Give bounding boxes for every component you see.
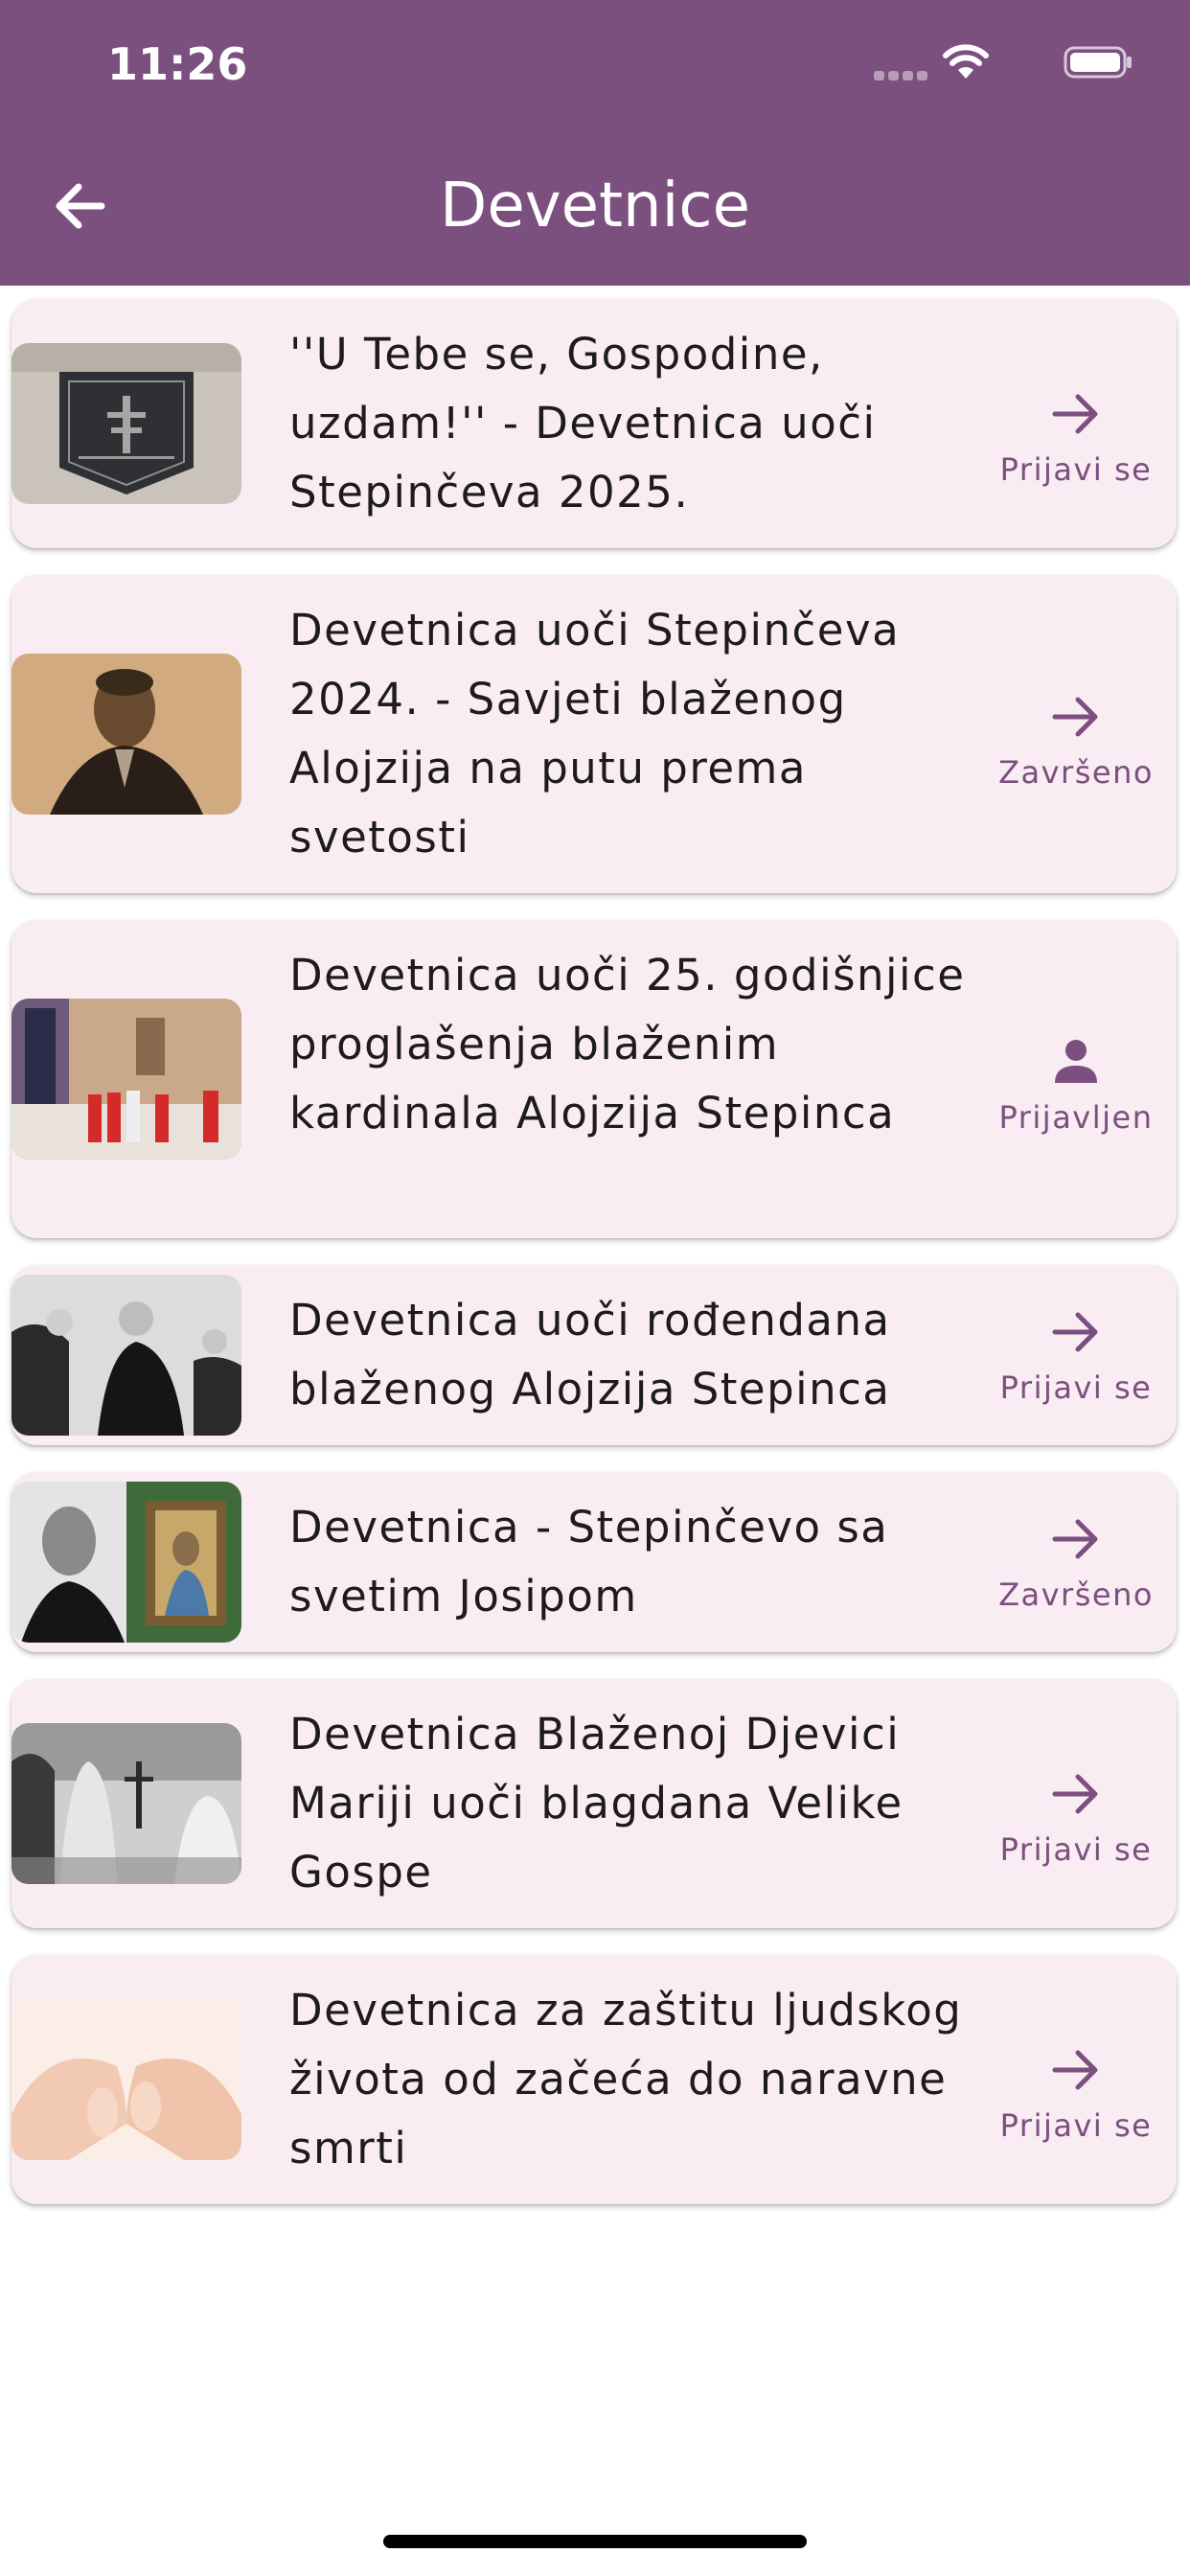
novena-card[interactable]: Devetnica - Stepinčevo sa svetim Josipom… (11, 1472, 1177, 1652)
arrow-right-icon (1052, 1774, 1098, 1814)
novena-title: ''U Tebe se, Gospodine, uzdam!'' - Devet… (289, 329, 877, 518)
action-label: Prijavi se (999, 1831, 1153, 1868)
finished-button[interactable]: Završeno (975, 1510, 1177, 1614)
action-label: Prijavljen (998, 1099, 1154, 1136)
action-label: Prijavi se (999, 451, 1153, 488)
action-label: Prijavi se (999, 2107, 1153, 2144)
wifi-icon (943, 44, 989, 79)
novena-thumbnail (11, 654, 241, 815)
person-icon (1055, 1040, 1097, 1083)
novena-title: Devetnica uoči rođendana blaženog Alojzi… (289, 1295, 891, 1414)
register-button[interactable]: Prijavi se (975, 385, 1177, 489)
novena-title: Devetnica Blaženoj Djevici Mariji uoči b… (289, 1709, 904, 1898)
novena-title: Devetnica uoči 25. godišnjice proglašenj… (289, 950, 966, 1138)
cellular-signal-icon (874, 71, 929, 80)
novena-card[interactable]: Devetnica uoči 25. godišnjice proglašenj… (11, 920, 1177, 1238)
register-button[interactable]: Prijavi se (975, 1303, 1177, 1407)
novena-title: Devetnica - Stepinčevo sa svetim Josipom (289, 1502, 889, 1622)
status-time: 11:26 (107, 38, 248, 90)
novena-card[interactable]: Devetnica Blaženoj Djevici Mariji uoči b… (11, 1679, 1177, 1928)
novena-card[interactable]: Devetnica za zaštitu ljudskog života od … (11, 1955, 1177, 2204)
novena-title: Devetnica uoči Stepinčeva 2024. - Savjet… (289, 605, 901, 862)
arrow-right-icon (1052, 1519, 1098, 1559)
arrow-right-icon (1052, 1312, 1098, 1352)
novena-thumbnail (11, 999, 241, 1160)
page-title: Devetnice (440, 171, 750, 242)
novena-card[interactable]: ''U Tebe se, Gospodine, uzdam!'' - Devet… (11, 299, 1177, 548)
registered-status[interactable]: Prijavljen (975, 1033, 1177, 1137)
novena-thumbnail (11, 1999, 241, 2160)
novena-title: Devetnica za zaštitu ljudskog života od … (289, 1985, 963, 2174)
novena-thumbnail (11, 1482, 241, 1643)
action-label: Završeno (998, 1576, 1154, 1613)
finished-button[interactable]: Završeno (975, 688, 1177, 792)
app-bar: 11:26 Devetnice (0, 0, 1190, 286)
register-button[interactable]: Prijavi se (975, 1765, 1177, 1869)
novena-thumbnail (11, 343, 241, 504)
novena-thumbnail (11, 1275, 241, 1436)
novena-card[interactable]: Devetnica uoči Stepinčeva 2024. - Savjet… (11, 575, 1177, 893)
status-icons (864, 42, 1133, 80)
action-label: Završeno (998, 754, 1154, 791)
register-button[interactable]: Prijavi se (975, 2041, 1177, 2145)
novena-card[interactable]: Devetnica uoči rođendana blaženog Alojzi… (11, 1265, 1177, 1445)
action-label: Prijavi se (999, 1369, 1153, 1406)
arrow-right-icon (1052, 394, 1098, 434)
battery-icon (1064, 46, 1132, 79)
novena-thumbnail (11, 1723, 241, 1884)
arrow-right-icon (1052, 697, 1098, 737)
home-indicator[interactable] (383, 2535, 807, 2548)
arrow-right-icon (1052, 2050, 1098, 2090)
